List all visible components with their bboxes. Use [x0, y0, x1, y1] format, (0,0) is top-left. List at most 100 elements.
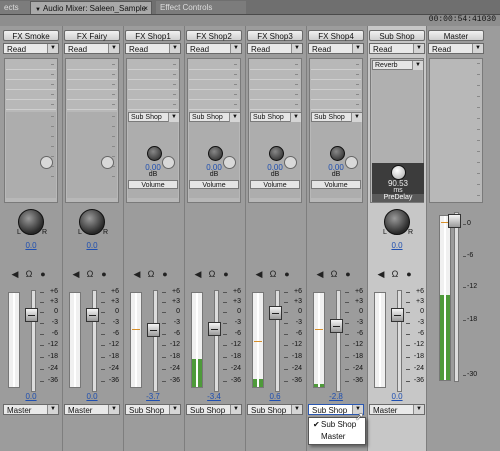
close-icon[interactable]: × [143, 2, 148, 15]
effect-param-select[interactable]: PreDelay [372, 194, 424, 202]
master-fader-handle[interactable] [448, 214, 461, 228]
send-pre-post-toggle[interactable] [223, 156, 236, 169]
track-name-button[interactable]: Sub Shop [369, 30, 425, 41]
volume-value[interactable]: 0.6 [246, 392, 304, 401]
chevron-down-icon[interactable]: ▼ [352, 44, 363, 53]
pan-knob[interactable] [18, 209, 44, 235]
record-mic-icon[interactable]: ● [282, 269, 292, 279]
mute-speaker-icon[interactable]: ◀ [254, 269, 264, 279]
send-level-knob[interactable] [330, 146, 345, 161]
chevron-down-icon[interactable]: ▼ [108, 405, 119, 414]
chevron-down-icon[interactable]: ▼ [413, 405, 424, 414]
send-param-select[interactable]: Volume [311, 180, 361, 189]
output-track-select[interactable]: Sub Shop ▼ [125, 404, 181, 415]
chevron-down-icon[interactable]: ▼ [291, 405, 302, 414]
effect-slot[interactable] [67, 99, 117, 110]
mute-speaker-icon[interactable]: ◀ [193, 269, 203, 279]
automation-mode-select[interactable]: Read ▼ [186, 43, 242, 54]
track-name-button[interactable]: FX Fairy [64, 30, 120, 41]
pan-value[interactable]: 0.0 [2, 241, 60, 250]
tab-effect-controls[interactable]: Effect Controls [156, 1, 246, 14]
send-pre-post-toggle[interactable] [162, 156, 175, 169]
master-name-button[interactable]: Master [428, 30, 484, 41]
send-param-select[interactable]: Volume [189, 180, 239, 189]
track-name-button[interactable]: FX Shop1 [125, 30, 181, 41]
solo-headphone-icon[interactable]: Ω [329, 269, 339, 279]
effect-slot[interactable] [250, 99, 300, 110]
chevron-down-icon[interactable]: ▼ [230, 405, 241, 414]
chevron-down-icon[interactable]: ▼ [291, 44, 302, 53]
send-param-select[interactable]: Volume [250, 180, 300, 189]
send-pre-post-toggle[interactable] [345, 156, 358, 169]
chevron-down-icon[interactable]: ▼ [169, 405, 180, 414]
volume-value[interactable]: -3.7 [124, 392, 182, 401]
record-mic-icon[interactable]: ● [38, 269, 48, 279]
effect-slot[interactable] [189, 99, 239, 110]
pan-value[interactable]: 0.0 [368, 241, 426, 250]
chevron-down-icon[interactable]: ▼ [169, 44, 180, 53]
chevron-down-icon[interactable]: ▼ [229, 113, 240, 122]
record-mic-icon[interactable]: ● [343, 269, 353, 279]
chevron-down-icon[interactable]: ▼ [47, 44, 58, 53]
effect-slot[interactable] [6, 99, 56, 110]
volume-value[interactable]: -2.8 [307, 392, 365, 401]
automation-mode-select[interactable]: Read ▼ [247, 43, 303, 54]
menu-item-master[interactable]: Master [311, 431, 363, 442]
volume-fader-handle[interactable] [269, 306, 282, 320]
chevron-down-icon[interactable]: ▼ [413, 44, 424, 53]
solo-headphone-icon[interactable]: Ω [207, 269, 217, 279]
chevron-down-icon[interactable]: ▼ [230, 44, 241, 53]
record-mic-icon[interactable]: ● [221, 269, 231, 279]
mute-speaker-icon[interactable]: ◀ [376, 269, 386, 279]
record-mic-icon[interactable]: ● [99, 269, 109, 279]
send-select[interactable]: Sub Shop ▼ [311, 112, 363, 122]
send-pre-post-toggle[interactable] [284, 156, 297, 169]
send-param-select[interactable]: Volume [128, 180, 178, 189]
chevron-down-icon[interactable]: ▼ [168, 113, 179, 122]
solo-headphone-icon[interactable]: Ω [24, 269, 34, 279]
volume-fader-handle[interactable] [25, 308, 38, 322]
volume-fader-handle[interactable] [330, 319, 343, 333]
chevron-down-icon[interactable]: ▼ [108, 44, 119, 53]
automation-mode-select[interactable]: Read ▼ [64, 43, 120, 54]
send-level-knob[interactable] [208, 146, 223, 161]
pan-value[interactable]: 0.0 [63, 241, 121, 250]
solo-headphone-icon[interactable]: Ω [146, 269, 156, 279]
send-pre-post-toggle[interactable] [101, 156, 114, 169]
track-name-button[interactable]: FX Shop4 [308, 30, 364, 41]
automation-mode-select[interactable]: Read ▼ [308, 43, 364, 54]
output-track-select[interactable]: Master ▼ [64, 404, 120, 415]
tab-effects[interactable]: ects [0, 1, 30, 14]
effect-slot[interactable] [128, 99, 178, 110]
solo-headphone-icon[interactable]: Ω [85, 269, 95, 279]
mute-speaker-icon[interactable]: ◀ [10, 269, 20, 279]
pan-knob[interactable] [79, 209, 105, 235]
master-automation-select[interactable]: Read ▼ [428, 43, 484, 54]
volume-fader-handle[interactable] [86, 308, 99, 322]
chevron-down-icon[interactable]: ▼ [472, 44, 483, 53]
volume-value[interactable]: 0.0 [2, 392, 60, 401]
volume-fader-handle[interactable] [147, 323, 160, 337]
output-track-select[interactable]: Master ▼ [3, 404, 59, 415]
chevron-down-icon[interactable]: ▼ [412, 61, 423, 70]
output-track-select[interactable]: Sub Shop ▼ [186, 404, 242, 415]
send-level-knob[interactable] [147, 146, 162, 161]
send-pre-post-toggle[interactable] [40, 156, 53, 169]
record-mic-icon[interactable]: ● [160, 269, 170, 279]
track-name-button[interactable]: FX Smoke [3, 30, 59, 41]
volume-value[interactable]: 0.0 [63, 392, 121, 401]
chevron-down-icon[interactable]: ▼ [290, 113, 301, 122]
solo-headphone-icon[interactable]: Ω [268, 269, 278, 279]
chevron-down-icon[interactable]: ▼ [351, 113, 362, 122]
automation-mode-select[interactable]: Read ▼ [125, 43, 181, 54]
volume-fader-handle[interactable] [208, 322, 221, 336]
automation-mode-select[interactable]: Read ▼ [369, 43, 425, 54]
mute-speaker-icon[interactable]: ◀ [71, 269, 81, 279]
mute-speaker-icon[interactable]: ◀ [132, 269, 142, 279]
send-select[interactable]: Sub Shop ▼ [189, 112, 241, 122]
pan-knob[interactable] [384, 209, 410, 235]
send-level-knob[interactable] [269, 146, 284, 161]
send-select[interactable]: Sub Shop ▼ [250, 112, 302, 122]
volume-fader-handle[interactable] [391, 308, 404, 322]
output-track-select[interactable]: Master ▼ [369, 404, 425, 415]
